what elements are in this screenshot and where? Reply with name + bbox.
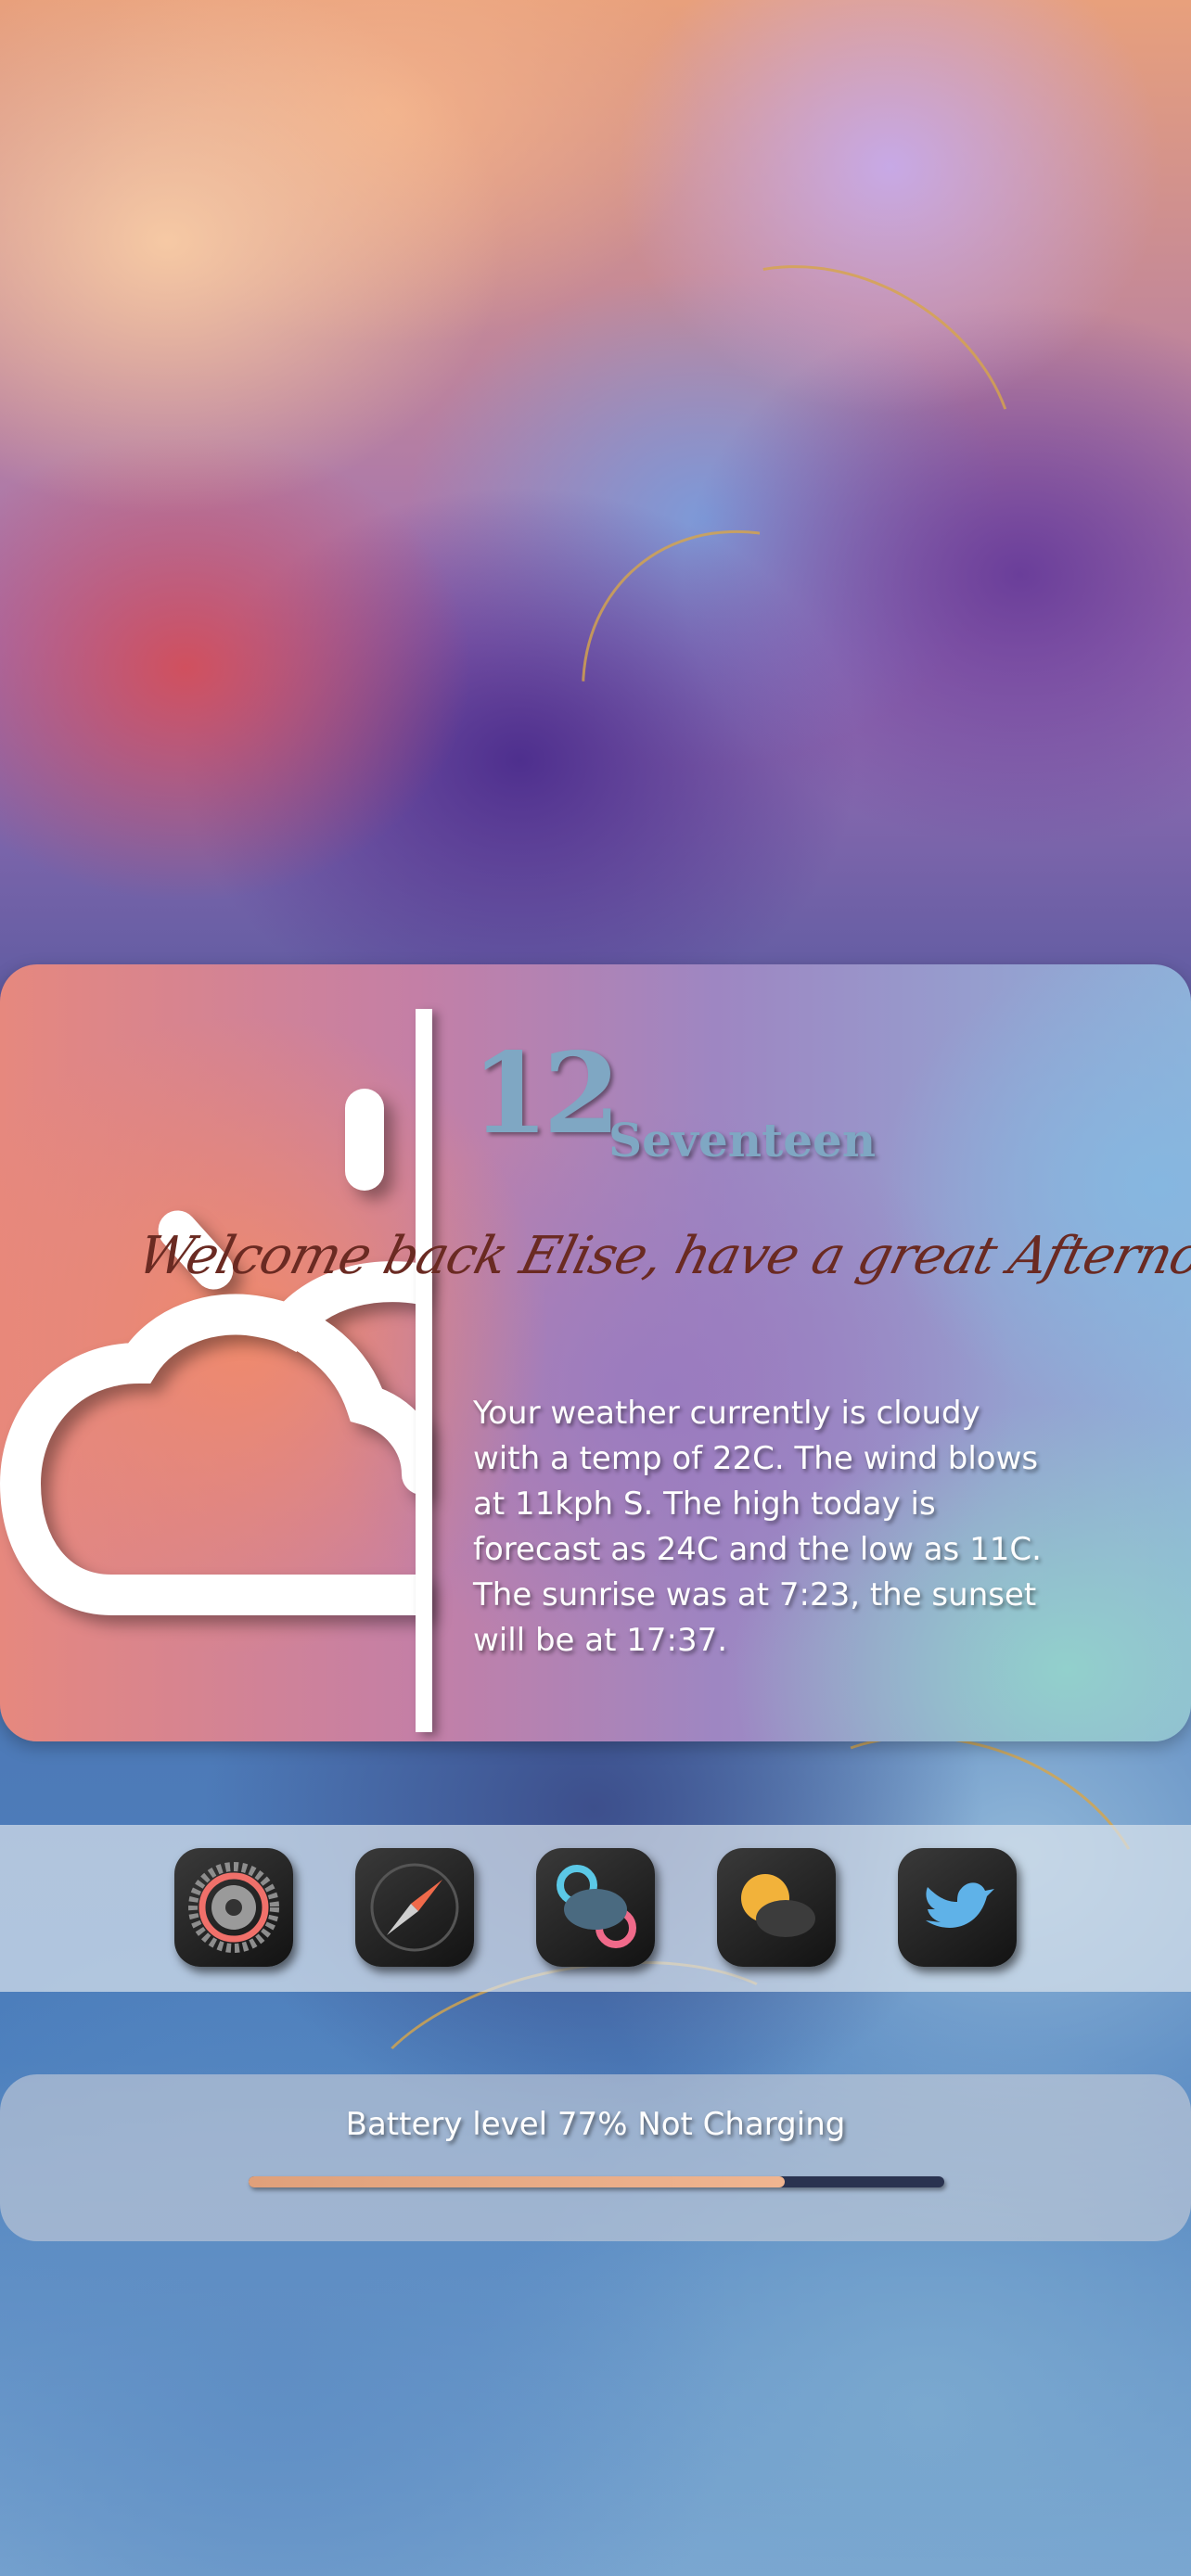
clock-minute-word: Seventeen xyxy=(608,1113,877,1167)
twitter-app-icon[interactable] xyxy=(898,1848,1017,1967)
battery-progress-fill xyxy=(249,2176,785,2187)
partly-cloudy-icon xyxy=(0,1089,427,1615)
weather-widget[interactable]: 12 Seventeen Welcome back Elise, have a … xyxy=(0,964,1191,1741)
game-center-app-icon[interactable] xyxy=(536,1848,655,1967)
vertical-divider xyxy=(416,1009,432,1732)
battery-widget: Battery level 77% Not Charging xyxy=(0,2074,1191,2241)
compass-app-icon[interactable] xyxy=(355,1848,474,1967)
battery-progress-track xyxy=(249,2176,944,2187)
battery-status-text: Battery level 77% Not Charging xyxy=(345,2106,846,2143)
settings-app-icon[interactable] xyxy=(174,1848,293,1967)
weather-app-icon[interactable] xyxy=(717,1848,836,1967)
clock-hour: 12 xyxy=(471,1028,621,1159)
app-dock xyxy=(0,1825,1191,1992)
greeting-text: Welcome back Elise, have a great Afterno… xyxy=(131,1226,1191,1286)
weather-summary: Your weather currently is cloudy with a … xyxy=(473,1395,1042,1659)
